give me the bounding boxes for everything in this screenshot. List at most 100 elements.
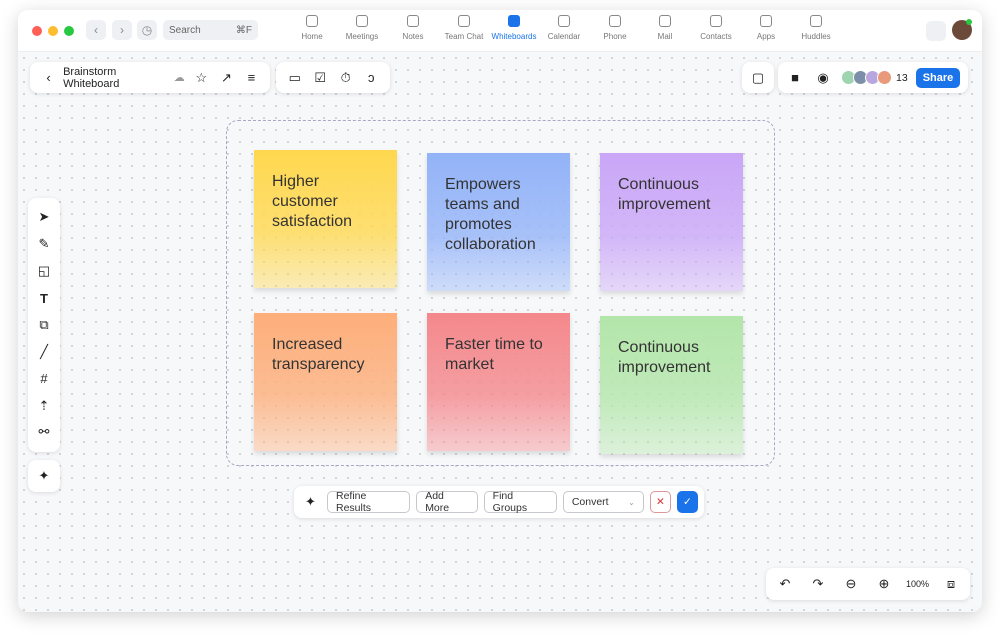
participant-count: 13	[896, 71, 908, 84]
nav-label: Contacts	[700, 32, 732, 41]
vote-icon[interactable]: ☑	[309, 67, 331, 89]
minimize-window-button[interactable]	[48, 26, 58, 36]
nav-apps[interactable]: Apps	[738, 15, 794, 41]
close-window-button[interactable]	[32, 26, 42, 36]
phone-icon	[609, 15, 621, 27]
whiteboard-canvas[interactable]: ‹ Brainstorm Whiteboard ☁ ☆ ↗ ≡ ▭ ☑ ⏱ ↄ …	[18, 52, 982, 612]
history-icon[interactable]: ◷	[137, 20, 157, 40]
bottom-controls: ↶ ↷ ⊖ ⊕ 100% ⧈	[766, 568, 970, 600]
tools-panel: ▭ ☑ ⏱ ↄ	[276, 62, 390, 93]
ai-results-bar: ✦ Refine Results Add More Find Groups Co…	[294, 486, 704, 518]
menu-icon[interactable]: ≡	[241, 67, 262, 89]
upload-icon[interactable]: ⇡	[33, 395, 55, 417]
follow-icon[interactable]: ◉	[812, 67, 834, 89]
search-shortcut: ⌘F	[235, 24, 252, 36]
nav-contacts[interactable]: Contacts	[688, 15, 744, 41]
shapes-icon[interactable]: ⧉	[33, 314, 55, 336]
huddles-icon	[810, 15, 822, 27]
nav-meetings[interactable]: Meetings	[334, 15, 390, 41]
whiteboard-icon	[508, 15, 520, 27]
convert-value: Convert	[571, 496, 609, 508]
forward-button[interactable]: ›	[112, 20, 132, 40]
left-toolbar: ➤ ✎ ◱ T ⧉ ╱ # ⇡ ⚯	[28, 198, 60, 452]
back-button[interactable]: ‹	[86, 20, 106, 40]
search-input[interactable]: Search ⌘F	[163, 20, 258, 40]
comment-panel: ▢	[742, 62, 774, 93]
ink-icon[interactable]: ↄ	[360, 67, 382, 89]
participant-avatars[interactable]	[841, 70, 892, 85]
sticky-note[interactable]: Faster time to market	[427, 313, 570, 451]
nav-notes[interactable]: Notes	[385, 15, 441, 41]
notes-icon	[407, 15, 419, 27]
timer-icon[interactable]: ⏱	[335, 67, 357, 89]
undo-icon[interactable]: ↶	[774, 573, 796, 595]
board-header-panel: ‹ Brainstorm Whiteboard ☁ ☆ ↗ ≡	[30, 62, 270, 93]
nav-team-chat[interactable]: Team Chat	[436, 15, 492, 41]
video-icon[interactable]: ■	[784, 67, 806, 89]
nav-label: Notes	[402, 32, 424, 41]
nav-mail[interactable]: Mail	[637, 15, 693, 41]
convert-dropdown[interactable]: Convert ⌄	[562, 491, 644, 513]
nav-phone[interactable]: Phone	[587, 15, 643, 41]
home-icon	[306, 15, 318, 27]
accept-button[interactable]: ✓	[676, 491, 698, 513]
nav-label: Huddles	[801, 32, 831, 41]
sticky-note-icon[interactable]: ◱	[33, 260, 55, 282]
nav-huddles[interactable]: Huddles	[788, 15, 844, 41]
sticky-note[interactable]: Empowers teams and promotes collaboratio…	[427, 153, 570, 291]
ai-sparkle-icon: ✦	[305, 494, 316, 509]
zoom-out-icon[interactable]: ⊖	[840, 573, 862, 595]
present-icon[interactable]: ▭	[284, 67, 306, 89]
add-more-button[interactable]: Add More	[416, 490, 478, 514]
pages-icon[interactable]: ⧈	[940, 573, 962, 595]
title-bar: ‹ › ◷ Search ⌘F Home Meetings Notes Team Cha…	[18, 10, 982, 52]
video-icon	[356, 15, 368, 27]
pen-icon[interactable]: ✎	[33, 233, 55, 255]
nav-label: Whiteboards	[491, 32, 537, 41]
apps-icon	[760, 15, 772, 27]
share-button[interactable]: Share	[915, 67, 961, 88]
comment-icon[interactable]: ▢	[747, 67, 769, 89]
maximize-window-button[interactable]	[64, 26, 74, 36]
redo-icon[interactable]: ↷	[807, 573, 829, 595]
star-icon[interactable]: ☆	[191, 67, 212, 89]
zoom-level[interactable]: 100%	[906, 579, 929, 589]
nav-whiteboards[interactable]: Whiteboards	[486, 15, 542, 41]
lock-icon[interactable]	[926, 21, 946, 41]
sticky-note[interactable]: Increased transparency	[254, 313, 397, 451]
find-groups-button[interactable]: Find Groups	[483, 490, 557, 514]
sticky-note-text: Higher customer satisfaction	[272, 173, 353, 230]
sticky-note[interactable]: Continuous improvement	[600, 153, 743, 291]
discard-button[interactable]: ✕	[649, 491, 671, 513]
search-placeholder: Search	[169, 24, 201, 36]
sticky-note[interactable]: Continuous improvement	[600, 316, 743, 454]
external-link-icon[interactable]: ↗	[216, 67, 237, 89]
cloud-icon: ☁	[173, 72, 185, 84]
sticky-note-text: Increased transparency	[272, 336, 365, 373]
calendar-icon	[558, 15, 570, 27]
sticky-note[interactable]: Higher customer satisfaction	[254, 150, 397, 288]
app-window: ‹ › ◷ Search ⌘F Home Meetings Notes Team Cha…	[18, 10, 982, 612]
refine-results-button[interactable]: Refine Results	[327, 490, 411, 514]
collab-panel: ■ ◉ 13 Share	[778, 62, 968, 93]
text-icon[interactable]: T	[33, 287, 55, 309]
ai-panel: ✦	[28, 460, 60, 492]
sticky-note-text: Continuous improvement	[618, 176, 711, 213]
zoom-in-icon[interactable]: ⊕	[873, 573, 895, 595]
sticky-note-text: Empowers teams and promotes collaboratio…	[445, 176, 536, 253]
nav-home[interactable]: Home	[284, 15, 340, 41]
nav-label: Phone	[603, 32, 627, 41]
ai-sparkle-icon[interactable]: ✦	[33, 465, 55, 487]
nav-calendar[interactable]: Calendar	[536, 15, 592, 41]
online-status-icon	[966, 19, 972, 25]
select-icon[interactable]: ➤	[33, 206, 55, 228]
more-tools-icon[interactable]: ⚯	[33, 421, 55, 443]
board-title: Brainstorm Whiteboard	[63, 65, 120, 90]
chevron-down-icon: ⌄	[628, 497, 635, 507]
line-icon[interactable]: ╱	[33, 341, 55, 363]
frame-icon[interactable]: #	[33, 368, 55, 390]
back-chevron-icon[interactable]: ‹	[38, 67, 59, 89]
nav-label: Mail	[657, 32, 673, 41]
nav-label: Team Chat	[444, 32, 484, 41]
sticky-note-text: Continuous improvement	[618, 339, 711, 376]
